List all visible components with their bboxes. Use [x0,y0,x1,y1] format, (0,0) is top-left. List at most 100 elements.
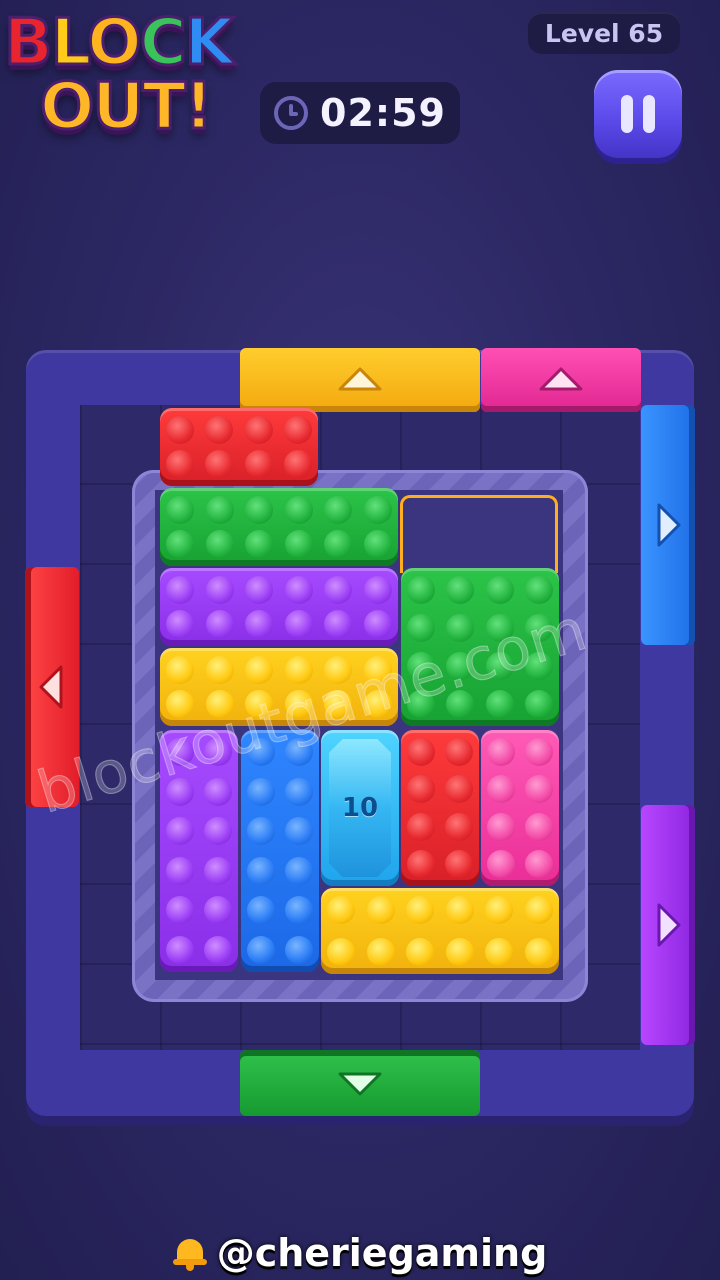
block-stud [204,817,232,846]
arrow-right-icon [657,503,681,547]
logo-line-2: OUT! [38,69,214,146]
block-stud [204,935,232,964]
level-indicator: Level 65 [528,12,680,54]
block-stud [284,496,313,524]
bell-icon [172,1235,207,1271]
block-stud [485,576,514,604]
block-stud [487,775,515,804]
blue-block[interactable] [241,730,319,972]
block-stud [166,817,194,846]
block-stud [247,856,275,885]
pause-icon [621,95,633,133]
block-stud [166,610,195,638]
block-stud [166,856,194,885]
block-stud [363,610,392,638]
clock-icon [274,96,309,130]
exit-top-yellow [240,348,480,412]
block-stud [166,656,195,684]
block-stud [205,656,234,684]
block-stud [244,416,273,444]
block-stud [245,656,274,684]
block-stud [205,416,234,444]
gem-block[interactable]: 10 [321,730,399,886]
logo-letter: K [183,5,236,82]
block-stud [324,610,353,638]
block-stud [205,530,234,558]
block-stud [284,576,313,604]
block-stud [245,530,274,558]
block-stud [205,576,234,604]
block-stud [247,777,275,806]
block-stud [524,896,553,924]
block-stud [285,935,313,964]
block-stud [445,775,473,804]
block-stud [524,690,553,718]
block-stud [204,896,232,925]
game-logo: BLOCK OUT! [0,0,270,150]
block-stud [166,576,195,604]
block-stud [166,450,194,478]
block-stud [524,938,553,966]
exit-bottom-green [240,1050,480,1116]
gem-icon: 10 [329,739,391,877]
block-stud [485,938,514,966]
block-stud [283,450,312,478]
block-stud [204,777,232,806]
block-stud [366,896,395,924]
red-block[interactable] [401,730,479,886]
block-stud [487,738,515,766]
empty-target-cell[interactable] [400,495,558,573]
arrow-down-icon [338,1072,382,1096]
block-stud [525,775,553,804]
pink-block[interactable] [481,730,559,886]
block-stud [406,896,435,924]
red-block[interactable] [160,408,318,486]
block-stud [487,812,515,841]
block-stud [446,576,475,604]
purple-block[interactable] [160,568,398,646]
block-stud [324,576,353,604]
block-stud [205,450,234,478]
block-stud [285,856,313,885]
block-stud [247,896,275,925]
block-stud [245,576,274,604]
block-stud [525,849,553,878]
block-stud [363,530,392,558]
block-stud [407,738,435,766]
green-block[interactable] [160,488,398,566]
block-stud [166,530,195,558]
block-stud [445,896,474,924]
block-stud [485,896,514,924]
block-stud [487,849,515,878]
exit-right-purple [641,805,695,1045]
pause-button[interactable] [594,70,682,158]
block-stud [244,450,273,478]
block-stud [363,496,392,524]
yellow-block[interactable] [321,888,559,974]
block-stud [284,610,313,638]
block-stud [525,738,553,766]
block-stud [247,817,275,846]
block-stud [285,777,313,806]
block-stud [363,576,392,604]
block-stud [407,576,435,604]
block-stud [283,416,312,444]
logo-letter: L [49,5,90,82]
logo-letter: B [3,5,55,82]
block-stud [525,812,553,841]
block-stud [285,896,313,925]
block-stud [205,496,234,524]
arrow-left-icon [39,665,63,709]
block-stud [166,416,194,444]
exit-right-blue [641,405,695,645]
block-stud [285,817,313,846]
block-stud [245,496,274,524]
block-stud [324,530,353,558]
block-stud [445,938,474,966]
block-stud [324,496,353,524]
timer: 02:59 [260,82,460,144]
block-stud [327,938,356,966]
arrow-right-icon [657,903,681,947]
block-stud [204,856,232,885]
block-stud [166,935,194,964]
